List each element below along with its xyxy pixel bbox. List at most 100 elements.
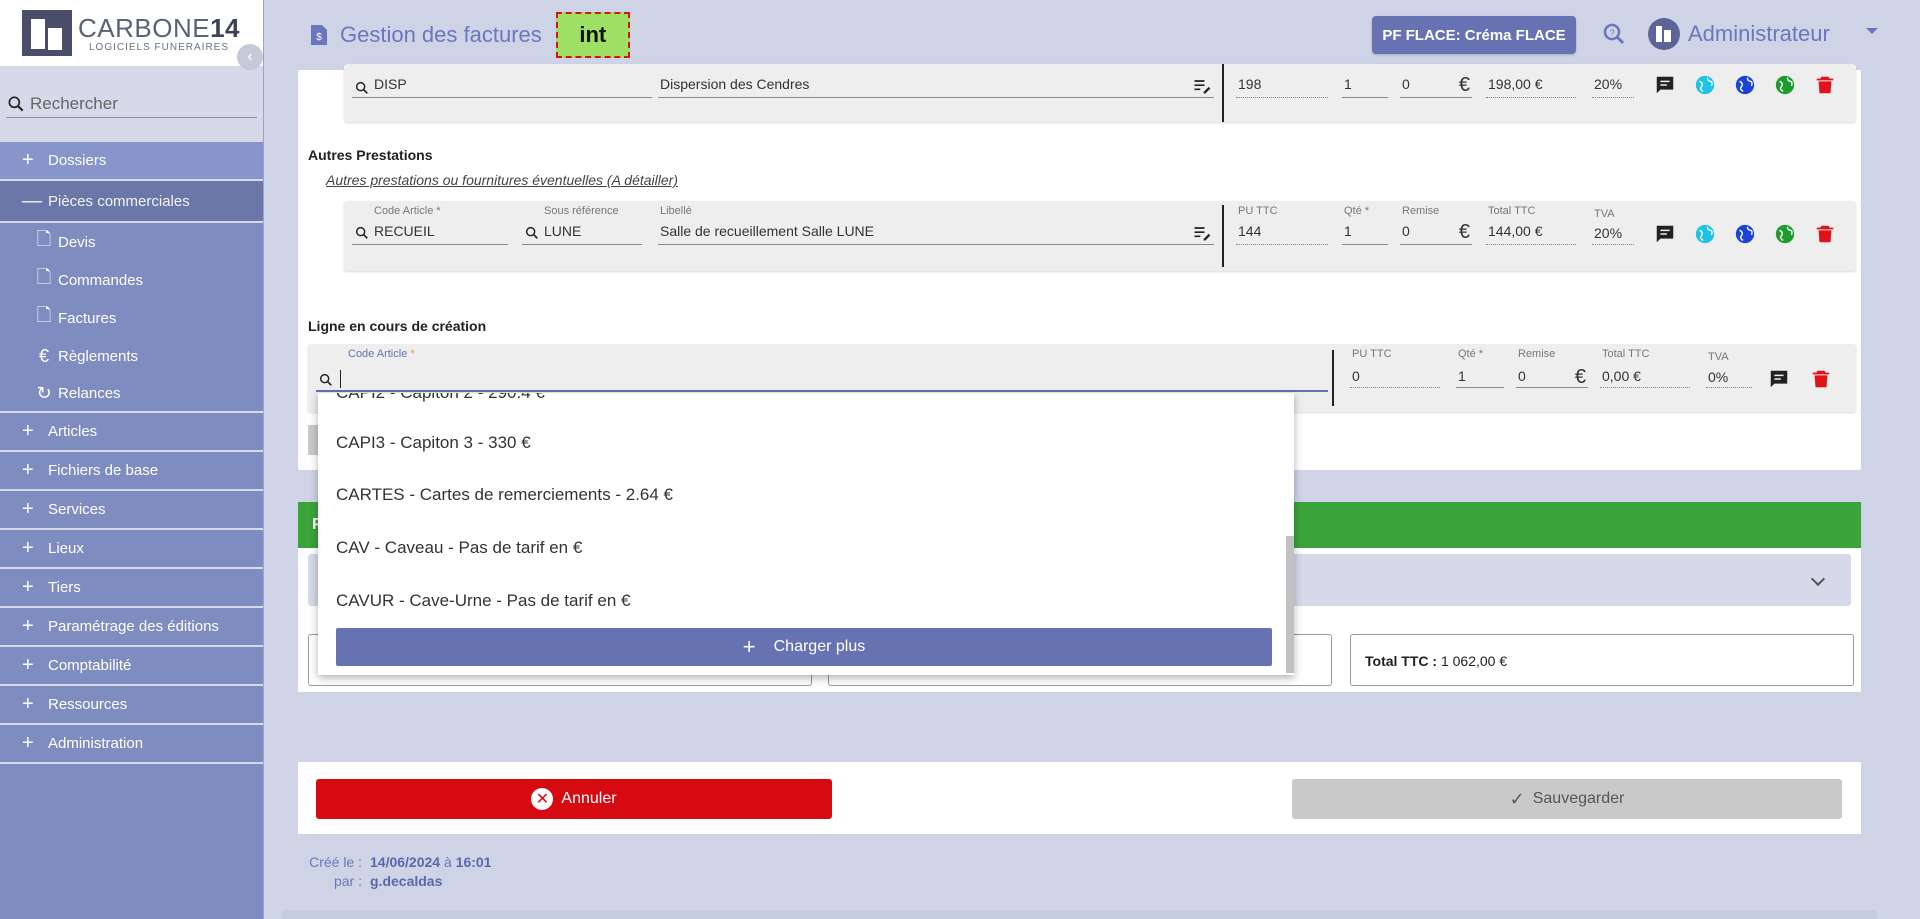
plus-icon: +	[22, 459, 34, 481]
plus-icon: +	[22, 537, 34, 559]
load-more-button[interactable]: + Charger plus	[336, 628, 1272, 666]
code-article-field[interactable]: Code Article * RECUEIL	[352, 205, 508, 245]
brand-logo[interactable]: CARBONE14 LOGICIELS FUNERAIRES ‹	[0, 0, 263, 70]
avatar	[1648, 18, 1680, 50]
created-info: Créé le :14/06/2024 à 16:01	[309, 854, 492, 870]
sidebar-item-lieux[interactable]: + Lieux	[0, 530, 263, 569]
minus-icon: —	[22, 189, 42, 212]
remise-field[interactable]: 0 €	[1400, 64, 1472, 98]
comment-icon[interactable]	[1654, 223, 1676, 245]
globe-cyan-icon[interactable]	[1694, 223, 1716, 245]
chevron-left-icon: ‹	[247, 48, 253, 65]
sidebar-item-parametrage-editions[interactable]: + Paramétrage des éditions	[0, 608, 263, 647]
comment-icon[interactable]	[1768, 368, 1790, 390]
plus-icon: +	[22, 693, 34, 715]
plus-icon: +	[22, 615, 34, 637]
sidebar-item-comptabilite[interactable]: + Comptabilité	[0, 647, 263, 686]
cancel-button[interactable]: ✕ Annuler	[316, 779, 832, 819]
sidebar-item-fichiers-de-base[interactable]: + Fichiers de base	[0, 452, 263, 491]
dropdown-option[interactable]: CAV - Caveau - Pas de tarif en €	[336, 538, 582, 558]
sidebar-item-articles[interactable]: + Articles	[0, 413, 263, 452]
total-ttc-field: Total TTC 144,00 €	[1486, 205, 1576, 245]
autres-prestations-title: Autres Prestations	[308, 147, 433, 163]
sidebar-subitem-devis[interactable]: 🗋 Devis	[0, 223, 263, 261]
actions-card: ✕ Annuler ✓ Sauvegarder	[298, 762, 1861, 834]
plus-icon: +	[22, 654, 34, 676]
user-menu[interactable]: Administrateur	[1648, 18, 1830, 50]
dropdown-option[interactable]: CAPI2 - Capiton 2 - 290.4 €	[336, 393, 545, 403]
sidebar-subitem-factures[interactable]: 🗋 Factures	[0, 299, 263, 337]
sidebar-search: Rechercher	[0, 66, 263, 140]
euro-icon: €	[1458, 74, 1470, 96]
dropdown-scrollbar[interactable]	[1286, 536, 1294, 673]
libelle-field[interactable]: Dispersion des Cendres	[658, 64, 1214, 98]
dropdown-option[interactable]: CAVUR - Cave-Urne - Pas de tarif en €	[336, 591, 630, 611]
sidebar-item-dossiers[interactable]: + Dossiers	[0, 142, 263, 181]
search-icon	[525, 226, 538, 239]
sidebar-item-services[interactable]: + Services	[0, 491, 263, 530]
sidebar-item-tiers[interactable]: + Tiers	[0, 569, 263, 608]
check-icon: ✓	[1509, 788, 1525, 809]
file-plus-icon: 🗋	[36, 229, 52, 249]
globe-green-icon[interactable]	[1774, 74, 1796, 96]
sidebar-subitem-reglements[interactable]: € Règlements	[0, 337, 263, 375]
tva-field[interactable]: TVA 0%	[1706, 348, 1752, 388]
close-circle-icon: ✕	[531, 788, 554, 810]
sidebar-item-pieces-commerciales[interactable]: — Pièces commerciales	[0, 181, 263, 223]
file-upload-icon: 🗋	[36, 267, 52, 287]
code-article-input[interactable]: Code Article *	[316, 348, 1328, 392]
euro-icon: €	[1458, 221, 1470, 243]
remise-field[interactable]: Remise 0 €	[1516, 348, 1588, 388]
remise-field[interactable]: Remise 0 €	[1400, 205, 1472, 245]
text-cursor	[340, 370, 341, 388]
search-input[interactable]: Rechercher	[6, 90, 257, 118]
sous-reference-field[interactable]: Sous référence LUNE	[522, 205, 642, 245]
logo-icon	[22, 10, 72, 56]
dropdown-option[interactable]: CARTES - Cartes de remerciements - 2.64 …	[336, 485, 673, 505]
dropdown-option[interactable]: CAPI3 - Capiton 3 - 330 €	[336, 433, 531, 453]
qte-field[interactable]: 1	[1342, 64, 1388, 98]
globe-blue-icon[interactable]	[1734, 223, 1756, 245]
chevron-down-icon[interactable]	[1866, 28, 1878, 34]
search-icon	[319, 373, 332, 386]
sidebar-item-ressources[interactable]: + Ressources	[0, 686, 263, 725]
autres-prestations-link[interactable]: Autres prestations ou fournitures éventu…	[326, 172, 678, 188]
comment-icon[interactable]	[1654, 74, 1676, 96]
search-icon	[8, 96, 24, 111]
invoice-icon: $	[311, 25, 327, 45]
chevron-down-icon[interactable]	[1810, 571, 1826, 587]
tva-field[interactable]: 20%	[1592, 64, 1634, 98]
total-ttc-box: Total TTC : 1 062,00 €	[1350, 634, 1854, 686]
sidebar-subitem-commandes[interactable]: 🗋 Commandes	[0, 261, 263, 299]
total-ttc-field: Total TTC 0,00 €	[1600, 348, 1690, 388]
edit-text-icon[interactable]	[1192, 76, 1212, 96]
globe-green-icon[interactable]	[1774, 223, 1796, 245]
plus-icon: +	[22, 420, 34, 442]
delete-icon[interactable]	[1814, 74, 1836, 96]
sidebar-subitem-relances[interactable]: ↻ Relances	[0, 375, 263, 413]
edit-text-icon[interactable]	[1192, 223, 1212, 243]
delete-icon[interactable]	[1810, 368, 1832, 390]
sidebar-item-administration[interactable]: + Administration	[0, 725, 263, 764]
code-article-field[interactable]: DISP	[352, 64, 652, 98]
plus-icon: +	[742, 634, 756, 659]
tva-field[interactable]: TVA 20%	[1592, 205, 1634, 245]
refresh-clock-icon: ↻	[36, 382, 52, 403]
plus-icon: +	[22, 149, 34, 171]
globe-blue-icon[interactable]	[1734, 74, 1756, 96]
pf-selector-button[interactable]: PF FLACE: Créma FLACE	[1372, 16, 1576, 54]
pu-ttc-field[interactable]: PU TTC 0	[1350, 348, 1440, 388]
svg-text:$: $	[316, 32, 322, 43]
search-help-icon[interactable]: ?	[1602, 22, 1626, 46]
search-icon	[355, 226, 368, 239]
plus-icon: +	[22, 498, 34, 520]
save-button[interactable]: ✓ Sauvegarder	[1292, 779, 1842, 819]
pu-ttc-field[interactable]: 198	[1236, 64, 1328, 98]
qte-field[interactable]: Qté * 1	[1342, 205, 1388, 245]
pu-ttc-field[interactable]: PU TTC 144	[1236, 205, 1328, 245]
qte-field[interactable]: Qté * 1	[1456, 348, 1504, 388]
delete-icon[interactable]	[1814, 223, 1836, 245]
libelle-field[interactable]: Libellé Salle de recueillement Salle LUN…	[658, 205, 1214, 245]
collapse-sidebar-button[interactable]: ‹	[237, 44, 263, 70]
globe-cyan-icon[interactable]	[1694, 74, 1716, 96]
